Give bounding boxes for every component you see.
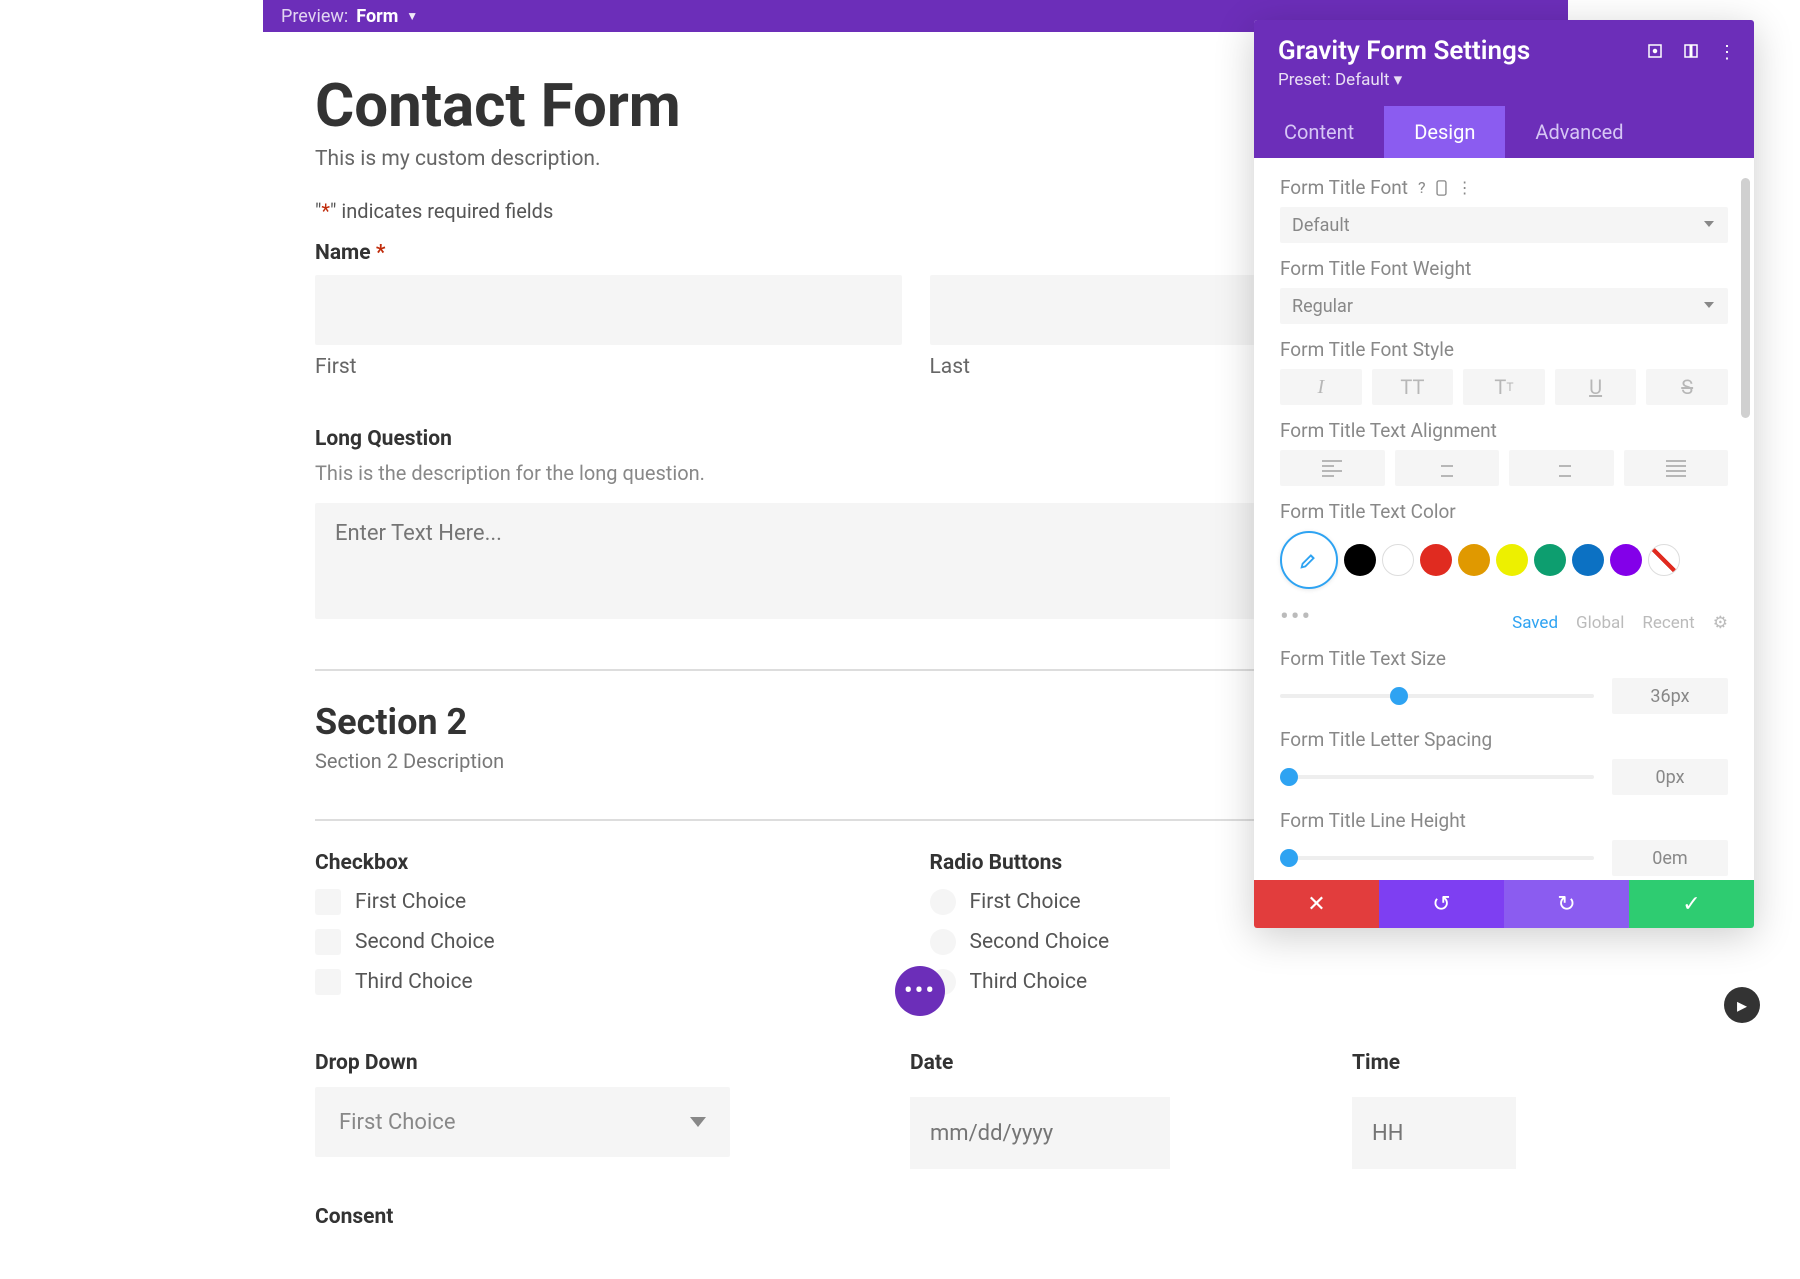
align-right-button[interactable] — [1509, 450, 1614, 486]
align-label: Form Title Text Alignment — [1280, 419, 1728, 442]
align-justify-button[interactable] — [1624, 450, 1729, 486]
asterisk-icon: * — [376, 241, 386, 265]
uppercase-button[interactable]: TT — [1372, 369, 1454, 405]
more-colors-icon[interactable]: ••• — [1280, 602, 1312, 632]
panel-preset[interactable]: Preset: Default ▾ — [1278, 70, 1730, 90]
redo-button[interactable]: ↻ — [1504, 880, 1629, 928]
underline-button[interactable]: U — [1555, 369, 1637, 405]
preview-label: Preview: — [281, 6, 348, 27]
color-swatch-red[interactable] — [1420, 544, 1452, 576]
checkbox-option[interactable]: First Choice — [315, 889, 902, 915]
font-label: Form Title Font ? ⋮ — [1280, 176, 1728, 199]
dropdown-input[interactable]: First Choice — [315, 1087, 730, 1157]
color-tab-saved[interactable]: Saved — [1512, 613, 1558, 633]
date-label: Date — [910, 1051, 1170, 1075]
time-label: Time — [1352, 1051, 1516, 1075]
help-icon[interactable]: ? — [1418, 178, 1426, 197]
tab-content[interactable]: Content — [1254, 106, 1384, 158]
expand-icon[interactable] — [1646, 42, 1664, 63]
line-height-label: Form Title Line Height — [1280, 809, 1728, 832]
letter-spacing-label: Form Title Letter Spacing — [1280, 728, 1728, 751]
line-height-value[interactable] — [1612, 840, 1728, 876]
smallcaps-button[interactable]: TT — [1463, 369, 1545, 405]
weight-select[interactable]: Regular — [1280, 288, 1728, 324]
checkbox-label: Checkbox — [315, 851, 902, 875]
color-swatch-blue[interactable] — [1572, 544, 1604, 576]
letter-spacing-slider[interactable] — [1280, 775, 1594, 779]
size-slider[interactable] — [1280, 694, 1594, 698]
play-fab[interactable]: ▸ — [1724, 987, 1760, 1023]
panel-header: Gravity Form Settings Preset: Default ▾ … — [1254, 20, 1754, 106]
dropdown-value: First Choice — [339, 1110, 456, 1135]
checkbox-icon[interactable] — [315, 969, 341, 995]
kebab-icon[interactable]: ⋮ — [1718, 42, 1736, 63]
radio-icon[interactable] — [930, 929, 956, 955]
settings-panel: Gravity Form Settings Preset: Default ▾ … — [1254, 20, 1754, 928]
align-left-button[interactable] — [1280, 450, 1385, 486]
color-swatch-yellow[interactable] — [1496, 544, 1528, 576]
color-swatch-black[interactable] — [1344, 544, 1376, 576]
size-value[interactable] — [1612, 678, 1728, 714]
weight-label: Form Title Font Weight — [1280, 257, 1728, 280]
undo-button[interactable]: ↺ — [1379, 880, 1504, 928]
panel-tabs: Content Design Advanced — [1254, 106, 1754, 158]
gear-icon[interactable]: ⚙ — [1713, 613, 1728, 633]
panel-footer: ✕ ↺ ↻ ✓ — [1254, 880, 1754, 928]
date-input[interactable] — [910, 1097, 1170, 1169]
eyedropper-icon[interactable] — [1280, 531, 1338, 589]
first-name-sublabel: First — [315, 355, 902, 379]
chevron-down-icon — [690, 1117, 706, 1127]
line-height-slider[interactable] — [1280, 856, 1594, 860]
mobile-icon[interactable] — [1436, 180, 1447, 196]
consent-label: Consent — [315, 1205, 1516, 1229]
scrollbar[interactable] — [1741, 178, 1750, 418]
style-label: Form Title Font Style — [1280, 338, 1728, 361]
font-select[interactable]: Default — [1280, 207, 1728, 243]
close-button[interactable]: ✕ — [1254, 880, 1379, 928]
dropdown-label: Drop Down — [315, 1051, 730, 1075]
color-tab-recent[interactable]: Recent — [1642, 613, 1694, 633]
radio-icon[interactable] — [930, 889, 956, 915]
panel-body: Form Title Font ? ⋮ Default Form Title F… — [1254, 158, 1754, 880]
preview-value[interactable]: Form — [356, 6, 398, 27]
tab-design[interactable]: Design — [1384, 106, 1505, 158]
radio-option[interactable]: Second Choice — [930, 929, 1517, 955]
kebab-icon[interactable]: ⋮ — [1457, 178, 1473, 197]
color-swatch-white[interactable] — [1382, 544, 1414, 576]
checkbox-icon[interactable] — [315, 929, 341, 955]
first-name-input[interactable] — [315, 275, 902, 345]
chevron-down-icon[interactable]: ▼ — [406, 9, 418, 23]
columns-icon[interactable] — [1682, 42, 1700, 63]
time-input[interactable] — [1352, 1097, 1516, 1169]
letter-spacing-value[interactable] — [1612, 759, 1728, 795]
align-center-button[interactable] — [1395, 450, 1500, 486]
strikethrough-button[interactable]: S — [1646, 369, 1728, 405]
color-swatch-purple[interactable] — [1610, 544, 1642, 576]
checkbox-option[interactable]: Third Choice — [315, 969, 902, 995]
radio-option[interactable]: Third Choice — [930, 969, 1517, 995]
color-swatch-teal[interactable] — [1534, 544, 1566, 576]
size-label: Form Title Text Size — [1280, 647, 1728, 670]
asterisk-icon: * — [321, 199, 330, 223]
checkbox-icon[interactable] — [315, 889, 341, 915]
color-swatch-none[interactable] — [1648, 544, 1680, 576]
save-button[interactable]: ✓ — [1629, 880, 1754, 928]
tab-advanced[interactable]: Advanced — [1505, 106, 1653, 158]
color-swatch-orange[interactable] — [1458, 544, 1490, 576]
italic-button[interactable]: I — [1280, 369, 1362, 405]
color-label: Form Title Text Color — [1280, 500, 1728, 523]
checkbox-option[interactable]: Second Choice — [315, 929, 902, 955]
color-tab-global[interactable]: Global — [1576, 613, 1624, 633]
more-options-button[interactable]: ••• — [895, 966, 945, 1016]
